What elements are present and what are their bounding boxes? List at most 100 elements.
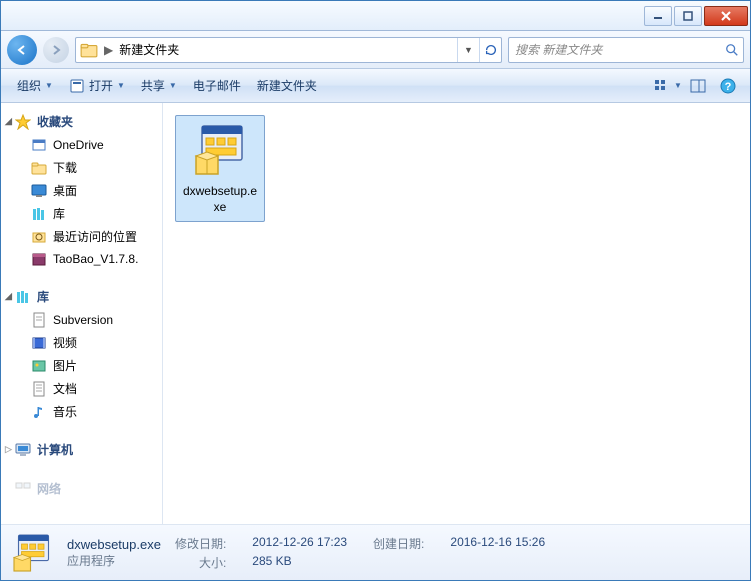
sidebar-favorites-header[interactable]: ◢ 收藏夹	[1, 109, 162, 134]
onedrive-icon	[31, 137, 47, 153]
folder-icon	[31, 160, 47, 176]
installer-exe-icon	[11, 532, 53, 574]
sidebar-item-label: OneDrive	[53, 138, 104, 152]
refresh-button[interactable]	[479, 38, 501, 62]
sidebar-item-label: 下载	[53, 159, 77, 176]
computer-label: 计算机	[37, 441, 73, 458]
sidebar-computer-header[interactable]: ▷ 计算机	[1, 437, 162, 462]
address-bar[interactable]: ▶ 新建文件夹 ▼	[75, 37, 502, 63]
sidebar-item-label: 图片	[53, 357, 77, 374]
help-button[interactable]: ?	[714, 74, 742, 98]
sidebar-item-downloads[interactable]: 下载	[1, 156, 162, 179]
recent-icon	[31, 229, 47, 245]
sidebar-item-videos[interactable]: 视频	[1, 331, 162, 354]
file-item[interactable]: dxwebsetup.exe	[175, 115, 265, 222]
minimize-button[interactable]	[644, 6, 672, 26]
close-button[interactable]	[704, 6, 748, 26]
installer-exe-icon	[192, 122, 248, 178]
minimize-icon	[653, 11, 663, 21]
arrow-left-icon	[15, 43, 29, 57]
email-label: 电子邮件	[193, 77, 241, 94]
preview-pane-button[interactable]	[684, 74, 712, 98]
sidebar-item-label: Subversion	[53, 313, 113, 327]
sidebar-item-desktop[interactable]: 桌面	[1, 179, 162, 202]
details-pane: dxwebsetup.exe 应用程序 修改日期: 2012-12-26 17:…	[1, 524, 750, 580]
sidebar-item-subversion[interactable]: Subversion	[1, 309, 162, 331]
expand-icon: ▷	[5, 444, 12, 455]
sidebar-item-label: 视频	[53, 334, 77, 351]
organize-label: 组织	[17, 77, 41, 94]
details-modified-value: 2012-12-26 17:23	[252, 535, 347, 552]
picture-icon	[31, 358, 47, 374]
nav-back-button[interactable]	[7, 35, 37, 65]
sidebar-item-label: 桌面	[53, 182, 77, 199]
music-icon	[31, 404, 47, 420]
sidebar-item-label: 音乐	[53, 403, 77, 420]
open-button[interactable]: 打开 ▼	[61, 73, 133, 98]
details-size-value: 285 KB	[252, 554, 347, 571]
star-icon	[15, 114, 31, 130]
toolbar: 组织 ▼ 打开 ▼ 共享 ▼ 电子邮件 新建文件夹 ▼ ?	[1, 69, 750, 103]
sidebar-item-label: 库	[53, 205, 65, 222]
file-list[interactable]: dxwebsetup.exe	[163, 103, 750, 524]
sidebar-item-onedrive[interactable]: OneDrive	[1, 134, 162, 156]
search-icon	[725, 43, 739, 57]
libraries-icon	[15, 289, 31, 305]
desktop-icon	[31, 183, 47, 199]
email-button[interactable]: 电子邮件	[185, 73, 249, 98]
sidebar[interactable]: ◢ 收藏夹 OneDrive 下载 桌面 库 最近访问的	[1, 103, 163, 524]
close-icon	[720, 11, 732, 21]
sidebar-item-documents[interactable]: 文档	[1, 377, 162, 400]
new-folder-button[interactable]: 新建文件夹	[249, 73, 325, 98]
explorer-window: ▶ 新建文件夹 ▼ 组织 ▼ 打开 ▼ 共享	[0, 0, 751, 581]
navbar: ▶ 新建文件夹 ▼	[1, 31, 750, 69]
sidebar-libraries-header[interactable]: ◢ 库	[1, 284, 162, 309]
network-icon	[15, 481, 31, 497]
breadcrumb-folder[interactable]: 新建文件夹	[115, 38, 185, 62]
organize-button[interactable]: 组织 ▼	[9, 73, 61, 98]
body: ◢ 收藏夹 OneDrive 下载 桌面 库 最近访问的	[1, 103, 750, 524]
search-input[interactable]	[509, 43, 721, 57]
file-name-label: dxwebsetup.exe	[180, 184, 260, 215]
details-filename: dxwebsetup.exe	[67, 537, 161, 552]
address-dropdown-button[interactable]: ▼	[457, 38, 479, 62]
document-icon	[31, 381, 47, 397]
sidebar-item-music[interactable]: 音乐	[1, 400, 162, 423]
sidebar-item-recent[interactable]: 最近访问的位置	[1, 225, 162, 248]
nav-forward-button[interactable]	[43, 37, 69, 63]
breadcrumb-separator: ▶	[102, 43, 115, 57]
share-label: 共享	[141, 77, 165, 94]
sidebar-item-libraries-fav[interactable]: 库	[1, 202, 162, 225]
sidebar-item-taobao[interactable]: TaoBao_V1.7.8.	[1, 248, 162, 270]
search-button[interactable]	[721, 43, 743, 57]
new-folder-label: 新建文件夹	[257, 77, 317, 94]
sidebar-item-label: 最近访问的位置	[53, 228, 137, 245]
open-label: 打开	[89, 77, 113, 94]
chevron-down-icon: ▼	[674, 81, 682, 90]
svg-text:?: ?	[725, 81, 732, 93]
refresh-icon	[484, 43, 498, 57]
share-button[interactable]: 共享 ▼	[133, 73, 185, 98]
chevron-down-icon: ▼	[45, 81, 53, 90]
sidebar-network-header[interactable]: 网络	[1, 476, 162, 501]
collapse-icon: ◢	[5, 116, 12, 127]
view-icon	[654, 78, 672, 94]
sidebar-item-pictures[interactable]: 图片	[1, 354, 162, 377]
chevron-down-icon: ▼	[117, 81, 125, 90]
details-size-label: 大小:	[175, 554, 226, 571]
archive-icon	[31, 251, 47, 267]
collapse-icon: ◢	[5, 291, 12, 302]
search-box[interactable]	[508, 37, 744, 63]
folder-icon	[80, 41, 98, 59]
maximize-button[interactable]	[674, 6, 702, 26]
sidebar-item-label: 文档	[53, 380, 77, 397]
details-type: 应用程序	[67, 552, 161, 569]
chevron-down-icon: ▼	[464, 45, 473, 55]
sidebar-item-label: TaoBao_V1.7.8.	[53, 252, 138, 266]
network-label: 网络	[37, 480, 61, 497]
computer-icon	[15, 442, 31, 458]
view-options-button[interactable]: ▼	[654, 74, 682, 98]
details-created-label: 创建日期:	[373, 535, 424, 552]
libraries-icon	[31, 206, 47, 222]
details-modified-label: 修改日期:	[175, 535, 226, 552]
